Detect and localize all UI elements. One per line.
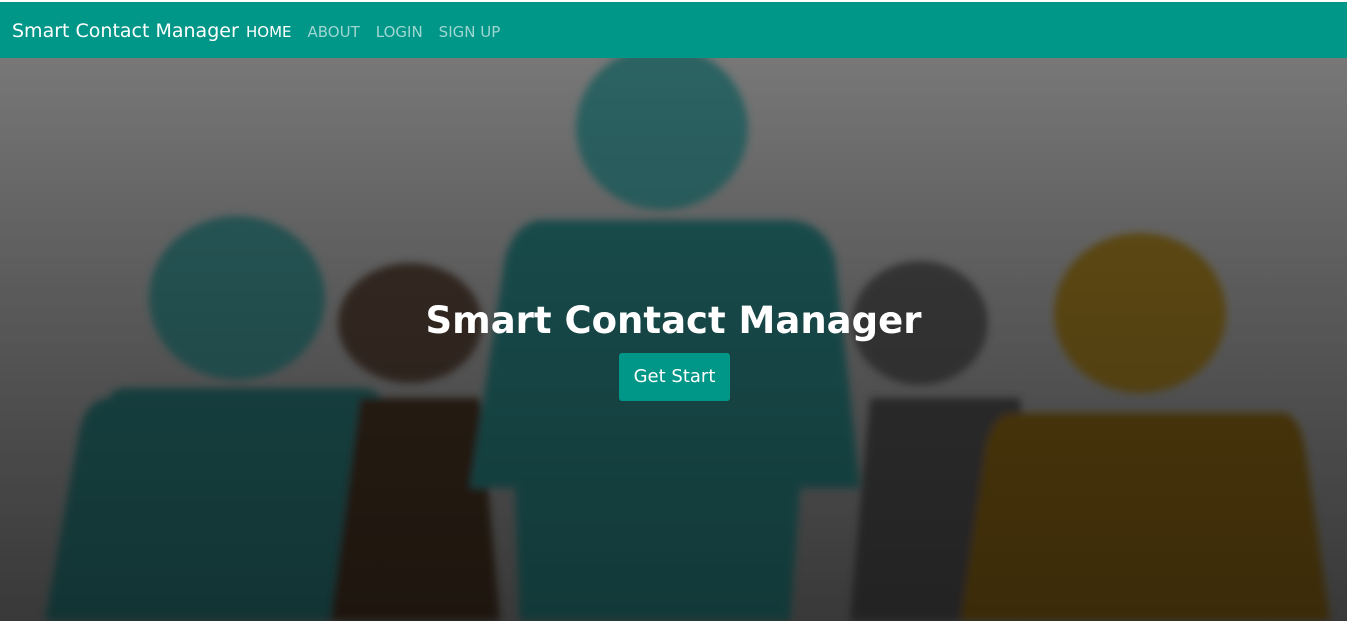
nav-link-about[interactable]: ABOUT [308, 23, 360, 41]
nav-links: HOME ABOUT LOGIN SIGN UP [246, 22, 500, 41]
navbar: Smart Contact Manager HOME ABOUT LOGIN S… [0, 2, 1347, 58]
nav-link-signup[interactable]: SIGN UP [439, 23, 501, 41]
nav-link-login[interactable]: LOGIN [376, 23, 423, 41]
get-start-button[interactable]: Get Start [619, 353, 730, 401]
hero-banner: Smart Contact Manager Get Start [0, 58, 1347, 621]
hero-title: Smart Contact Manager [425, 299, 922, 342]
nav-link-home[interactable]: HOME [246, 23, 292, 41]
brand-link[interactable]: Smart Contact Manager [12, 19, 239, 43]
